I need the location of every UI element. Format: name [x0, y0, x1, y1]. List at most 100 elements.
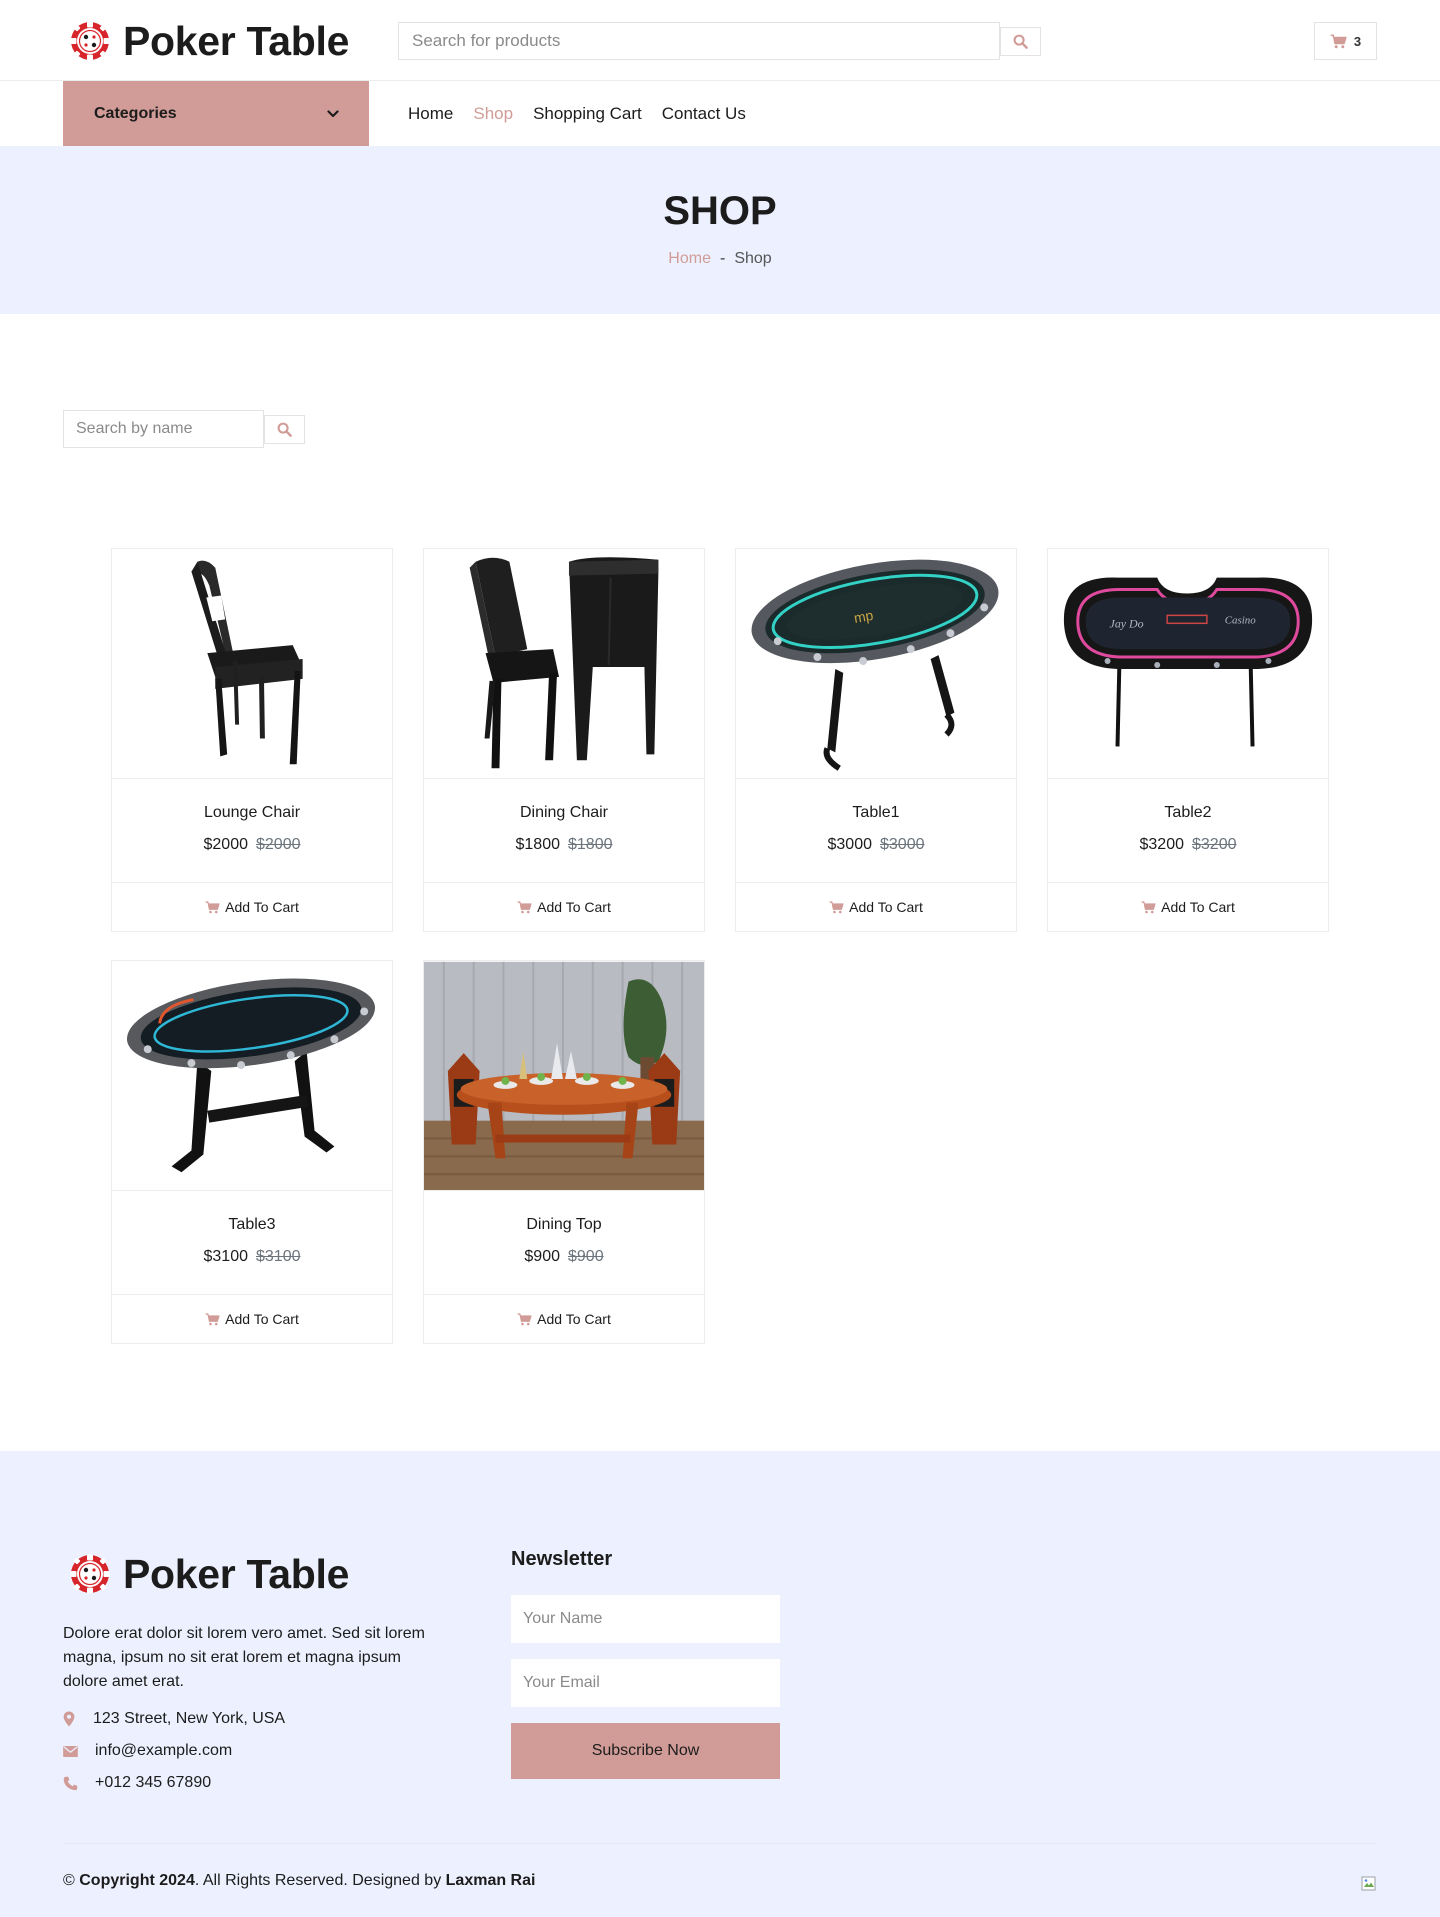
product-card: Jay Do Casino Table2 $3200 $3200 Add To …: [1047, 548, 1329, 932]
product-old-price: $1800: [568, 836, 613, 853]
footer-brand-logo-link[interactable]: Poker Table: [70, 1552, 349, 1596]
copyright-author[interactable]: Laxman Rai: [446, 1872, 536, 1889]
shopping-cart-icon: [1330, 33, 1347, 48]
svg-text:mp: mp: [853, 606, 875, 625]
product-card: Dining Top $900 $900 Add To Cart: [423, 960, 705, 1344]
categories-label: Categories: [94, 104, 177, 122]
newsletter-email-input[interactable]: [511, 1659, 780, 1707]
copyright-symbol: ©: [63, 1872, 75, 1889]
footer-phone: +012 345 67890: [63, 1774, 211, 1792]
footer-email-text[interactable]: info@example.com: [95, 1742, 232, 1760]
dining-set-room-image: [424, 961, 704, 1190]
product-image[interactable]: [112, 961, 392, 1191]
product-current-price: $3200: [1139, 836, 1185, 853]
copyright-year: Copyright 2024: [79, 1872, 195, 1889]
add-to-cart-button[interactable]: Add To Cart: [112, 1295, 392, 1343]
product-price: $2000 $2000: [112, 836, 392, 854]
poker-chip-icon: [70, 21, 110, 61]
product-info: Table2 $3200 $3200: [1048, 779, 1328, 883]
svg-text:Casino: Casino: [1225, 614, 1256, 626]
product-image[interactable]: mp: [736, 549, 1016, 779]
product-current-price: $3100: [203, 1248, 249, 1265]
breadcrumb: Home - Shop: [0, 250, 1440, 268]
nav-link-shopping-cart[interactable]: Shopping Cart: [533, 104, 642, 124]
product-image[interactable]: [424, 961, 704, 1191]
poker-table-green-image: mp: [751, 559, 999, 771]
poker-table-led-image: Jay Do Casino: [1063, 577, 1313, 746]
product-current-price: $2000: [203, 836, 249, 853]
add-to-cart-button[interactable]: Add To Cart: [1048, 883, 1328, 931]
shopping-cart-icon: [517, 900, 532, 913]
product-old-price: $2000: [256, 836, 301, 853]
product-info: Lounge Chair $2000 $2000: [112, 779, 392, 883]
product-price: $3100 $3100: [112, 1248, 392, 1266]
add-to-cart-button[interactable]: Add To Cart: [424, 1295, 704, 1343]
product-image[interactable]: [112, 549, 392, 779]
add-to-cart-button[interactable]: Add To Cart: [424, 883, 704, 931]
shopping-cart-icon: [1141, 900, 1156, 913]
product-name[interactable]: Table3: [112, 1216, 392, 1234]
add-to-cart-label: Add To Cart: [849, 899, 923, 915]
nav-link-home[interactable]: Home: [408, 104, 453, 124]
subscribe-button[interactable]: Subscribe Now: [511, 1723, 780, 1779]
search-icon: [1013, 34, 1028, 49]
map-marker-icon: [63, 1711, 75, 1727]
footer-address: 123 Street, New York, USA: [63, 1710, 285, 1728]
add-to-cart-label: Add To Cart: [537, 899, 611, 915]
product-name[interactable]: Table2: [1048, 804, 1328, 822]
poker-chip-icon: [70, 1554, 110, 1594]
footer-phone-text[interactable]: +012 345 67890: [95, 1774, 211, 1792]
product-name[interactable]: Table1: [736, 804, 1016, 822]
envelope-icon: [63, 1745, 78, 1757]
product-image[interactable]: Jay Do Casino: [1048, 549, 1328, 779]
product-price: $1800 $1800: [424, 836, 704, 854]
product-name[interactable]: Dining Top: [424, 1216, 704, 1234]
copyright-text: . All Rights Reserved. Designed by: [194, 1872, 442, 1889]
breadcrumb-separator: -: [719, 250, 726, 267]
svg-text:Jay Do: Jay Do: [1110, 616, 1144, 630]
product-name[interactable]: Dining Chair: [424, 804, 704, 822]
product-current-price: $1800: [515, 836, 561, 853]
product-current-price: $900: [524, 1248, 560, 1265]
brand-name: Poker Table: [123, 18, 350, 64]
shopping-cart-icon: [829, 900, 844, 913]
product-image[interactable]: [424, 549, 704, 779]
shop-search-button[interactable]: [264, 415, 305, 444]
brand-logo-link[interactable]: Poker Table: [70, 19, 349, 63]
top-header: Poker Table 3: [0, 0, 1440, 81]
product-card: Lounge Chair $2000 $2000 Add To Cart: [111, 548, 393, 932]
add-to-cart-label: Add To Cart: [225, 1311, 299, 1327]
product-name[interactable]: Lounge Chair: [112, 804, 392, 822]
broken-image-icon: [1361, 1876, 1376, 1891]
shop-search-input[interactable]: [63, 410, 264, 448]
footer-email: info@example.com: [63, 1742, 232, 1760]
nav-link-shop[interactable]: Shop: [473, 104, 513, 124]
add-to-cart-button[interactable]: Add To Cart: [112, 883, 392, 931]
product-old-price: $900: [568, 1248, 604, 1265]
footer: Poker Table Dolore erat dolor sit lorem …: [0, 1451, 1440, 1917]
footer-description: Dolore erat dolor sit lorem vero amet. S…: [63, 1625, 425, 1690]
product-card: Table3 $3100 $3100 Add To Cart: [111, 960, 393, 1344]
main-nav: Home Shop Shopping Cart Contact Us: [408, 104, 746, 124]
product-old-price: $3000: [880, 836, 925, 853]
newsletter-title: Newsletter: [511, 1548, 613, 1570]
product-info: Table1 $3000 $3000: [736, 779, 1016, 883]
cart-count-badge: 3: [1353, 33, 1362, 49]
product-search-button[interactable]: [1000, 27, 1041, 56]
page-header: SHOP Home - Shop: [0, 146, 1440, 314]
product-price: $3200 $3200: [1048, 836, 1328, 854]
newsletter-name-input[interactable]: [511, 1595, 780, 1643]
breadcrumb-current: Shop: [734, 250, 772, 267]
categories-dropdown-toggle[interactable]: Categories: [63, 81, 369, 146]
product-info: Table3 $3100 $3100: [112, 1191, 392, 1295]
cart-button[interactable]: 3: [1314, 22, 1377, 60]
phone-icon: [63, 1776, 78, 1790]
product-search-input[interactable]: [398, 22, 1000, 60]
product-price: $900 $900: [424, 1248, 704, 1266]
search-icon: [277, 422, 292, 437]
footer-divider: [63, 1843, 1377, 1844]
breadcrumb-home-link[interactable]: Home: [668, 250, 711, 268]
nav-link-contact-us[interactable]: Contact Us: [662, 104, 746, 124]
add-to-cart-button[interactable]: Add To Cart: [736, 883, 1016, 931]
footer-brand-name: Poker Table: [123, 1551, 350, 1597]
